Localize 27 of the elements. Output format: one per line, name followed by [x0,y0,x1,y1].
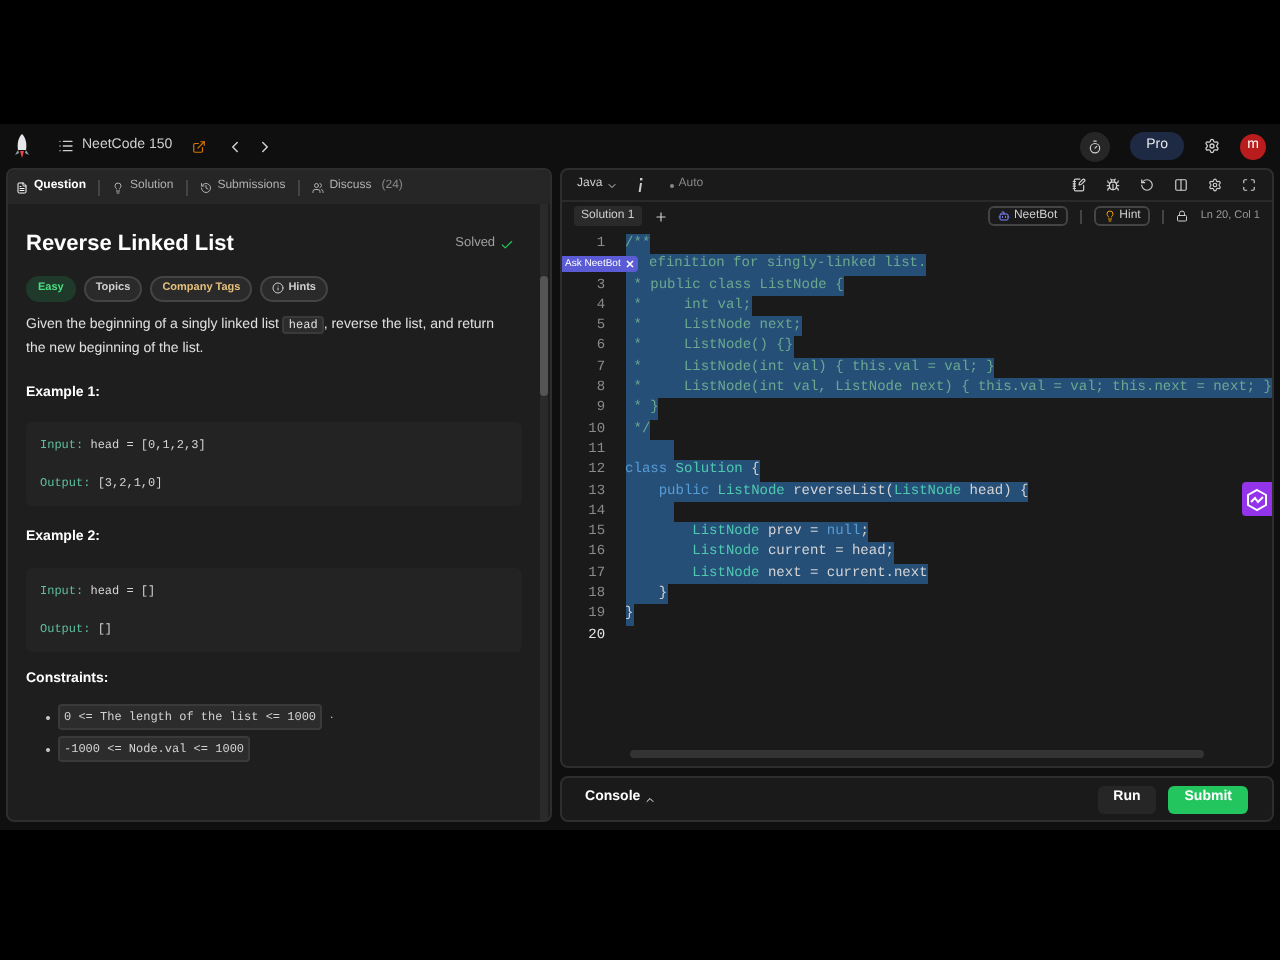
timer-button[interactable] [1080,131,1111,161]
bulb-icon [1103,210,1116,222]
notes-icon[interactable] [1072,178,1086,192]
lock-icon [1176,210,1189,222]
list-icon [58,138,74,154]
problem-title: Reverse Linked List [26,230,234,260]
add-tab-icon[interactable] [654,209,669,223]
settings-icon[interactable] [1208,178,1222,192]
timer-icon [1088,139,1103,153]
close-icon[interactable] [626,260,635,269]
tab-icon [199,181,212,193]
reset-icon[interactable] [1140,178,1154,192]
tab-icon [311,181,324,193]
scrollbar[interactable] [539,204,548,820]
chevron-icon [606,179,619,191]
extension-icon[interactable] [1242,482,1272,516]
chevron-icon [644,793,657,805]
tab-icon [16,181,28,193]
layout-icon[interactable] [1174,178,1188,192]
rocket-logo-icon [14,134,30,158]
fullscreen-icon[interactable] [1242,178,1256,192]
bot-icon [997,210,1010,222]
external-link-icon[interactable] [192,139,207,153]
bug-icon[interactable] [1106,178,1120,192]
check-icon [499,237,514,252]
settings-icon[interactable] [1204,138,1220,154]
tab-icon [112,181,125,193]
